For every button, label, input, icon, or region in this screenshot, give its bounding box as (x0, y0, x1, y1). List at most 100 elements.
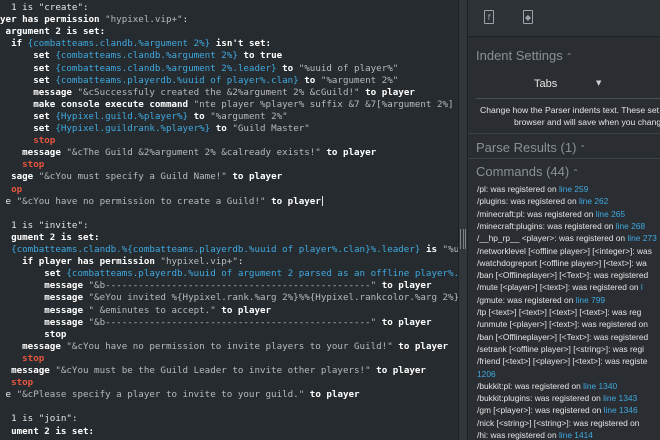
code-token: to player (226, 171, 283, 183)
code-line[interactable]: message "&b-----------------------------… (0, 280, 431, 292)
command-item: /gm [<player>]: was registered on line 1… (477, 405, 638, 416)
code-token: set (0, 62, 56, 74)
indent-description-line-1: Change how the Parser indents text. Thes… (480, 105, 659, 115)
code-token: message (0, 147, 67, 159)
parse-results-header[interactable]: Parse Results (1) ⌃ (476, 140, 586, 155)
code-line[interactable]: stop (0, 159, 44, 171)
command-text: /ban [<Offlineplayer>] [<Text>]: was reg… (477, 270, 649, 281)
line-link[interactable]: l (641, 282, 643, 292)
code-line[interactable]: stop (0, 377, 33, 389)
code-line[interactable]: set {combatteams.playerdb.%uuid of playe… (0, 75, 398, 87)
code-line[interactable]: if player has permission "hypixel.vip+": (0, 256, 243, 268)
code-line[interactable]: message "&b-----------------------------… (0, 317, 431, 329)
code-token: stop (0, 352, 45, 364)
commands-header[interactable]: Commands (44) ⌃ (476, 164, 579, 179)
line-link[interactable]: line 259 (559, 184, 588, 194)
code-token: stop (0, 328, 67, 340)
code-line[interactable]: message "&cYou have no permission to inv… (0, 341, 448, 353)
code-token: to player (370, 365, 426, 376)
code-line[interactable]: set {Hypixel.guild.%player%} to "%argume… (0, 111, 288, 123)
file-code-icon[interactable]: f (484, 10, 494, 24)
code-token: "nte player %player% suffix &7 &7[%argum… (193, 98, 454, 110)
code-line[interactable]: gument 2 is set: (0, 232, 100, 244)
indent-select[interactable]: Tabs (534, 78, 557, 90)
code-token: "&cYou must be the Guild Leader to invit… (55, 365, 371, 376)
code-line[interactable]: e "&cPlease specify a player to invite t… (0, 389, 360, 401)
code-token: message (0, 340, 67, 352)
code-token: stop (0, 135, 56, 147)
code-line[interactable]: stop (0, 135, 55, 147)
line-link[interactable]: line 262 (579, 196, 608, 206)
line-link[interactable]: line 1343 (603, 393, 637, 403)
collapse-caret-icon: ⌃ (565, 52, 573, 62)
code-line[interactable]: stop (0, 329, 66, 341)
command-text: /hi: was registered on (477, 430, 559, 440)
code-token: "&b-------------------------------------… (88, 280, 377, 292)
line-link[interactable]: 1206 (477, 369, 496, 379)
code-token: gument 2 is set: (0, 231, 100, 243)
command-text: /minecraft:plugins: was registered on (477, 220, 616, 231)
code-token: e (0, 195, 17, 207)
command-text: /setrank [<offline player>] [<string>]: … (477, 343, 644, 354)
code-token: {Hypixel.guildrank.%player%} (55, 123, 211, 134)
line-link[interactable]: line 1346 (604, 405, 638, 415)
code-token: create (44, 2, 78, 13)
line-link[interactable]: line 1340 (583, 381, 617, 391)
code-line[interactable]: {combatteams.clandb.%{combatteams.player… (0, 244, 458, 256)
pane-splitter[interactable] (458, 0, 468, 440)
chevron-down-icon[interactable]: ▼ (596, 79, 601, 87)
code-token: sage (0, 171, 39, 183)
line-link[interactable]: line 273 (627, 233, 656, 243)
command-item: /unmute [<player>] [<text>]: was registe… (477, 319, 648, 330)
code-line[interactable]: if {combatteams.clandb.%argument 2%} isn… (0, 38, 271, 50)
command-text: /gm [<player>]: was registered on (477, 405, 604, 416)
code-line[interactable]: set {combatteams.clandb.%argument 2%} to… (0, 50, 282, 62)
code-line[interactable]: 1 is "join": (0, 413, 77, 425)
code-line[interactable]: 1 is "invite": (0, 220, 88, 232)
code-line[interactable]: 1 is "create": (0, 2, 88, 14)
code-line[interactable]: message "&cSuccessfuly created the &2%ar… (0, 87, 415, 99)
command-item: /plugins: was registered on line 262 (477, 196, 608, 207)
line-link[interactable]: line 799 (576, 295, 605, 305)
code-token: to player (376, 316, 432, 328)
code-token: "&cSuccessfuly created the &2%argument 2… (77, 86, 360, 98)
command-text: /bukkit:pl: was registered on (477, 380, 584, 391)
indent-settings-header[interactable]: Indent Settings ⌃ (476, 48, 572, 63)
code-line[interactable]: e "&cYou have no permission to create a … (0, 196, 323, 208)
line-link[interactable]: line 265 (596, 209, 625, 219)
code-line[interactable]: stop (0, 353, 44, 365)
line-link[interactable]: line 1414 (559, 430, 593, 440)
code-editor[interactable]: 1 is "create": yer has permission "hypixe… (0, 0, 458, 440)
code-line[interactable]: message "&eYou invited %{Hypixel.rank.%a… (0, 292, 458, 304)
line-link[interactable]: line 268 (616, 221, 645, 231)
code-line[interactable]: message "&cThe Guild &2%argument 2% &cal… (0, 147, 376, 159)
code-token: "&cPlease specify a player to invite to … (16, 389, 305, 401)
code-token: to (210, 123, 233, 134)
code-line[interactable]: make console execute command "nte player… (0, 98, 454, 111)
code-line[interactable]: ument 2 is set: (0, 426, 94, 438)
code-token: {combatteams.playerdb.%uuid of player%.c… (55, 74, 299, 86)
code-token: "&cYou must specify a Guild Name!" (38, 171, 227, 183)
code-line[interactable]: sage "&cYou must specify a Guild Name!" … (0, 171, 282, 183)
command-item: /friend [<text>] [<player>] [<text>]: wa… (477, 356, 647, 367)
code-line[interactable]: op (0, 184, 22, 196)
command-item: /nick [<string>] [<string>]: was registe… (477, 418, 639, 429)
code-line[interactable]: message "&cYou must be the Guild Leader … (0, 365, 426, 377)
code-line[interactable]: set {combatteams.clandb.%argument 2%.lea… (0, 63, 398, 75)
code-line[interactable]: set {Hypixel.guildrank.%player%} to "Gui… (0, 123, 310, 135)
splitter-grip-icon[interactable] (460, 229, 466, 249)
code-token: set (0, 123, 56, 134)
code-line[interactable]: argument 2 is set: (0, 26, 106, 38)
file-settings-icon[interactable]: ◆ (523, 10, 533, 24)
code-line[interactable]: yer has permission "hypixel.vip+": (0, 14, 188, 26)
code-token: 1 is " (0, 2, 45, 13)
code-token: ument 2 is set: (0, 425, 95, 437)
code-token: if player has permission (0, 256, 161, 268)
parser-side-panel: f ◆ Indent Settings ⌃ Tabs ▼ Change how t… (468, 0, 660, 440)
code-token: e (0, 389, 17, 401)
code-line[interactable]: set {combatteams.playerdb.%uuid of argum… (0, 268, 458, 280)
code-line[interactable]: message " &eminutes to accept." to playe… (0, 305, 271, 317)
section-divider (468, 133, 660, 134)
code-token: {combatteams.clandb.%{combatteams.player… (11, 244, 421, 255)
